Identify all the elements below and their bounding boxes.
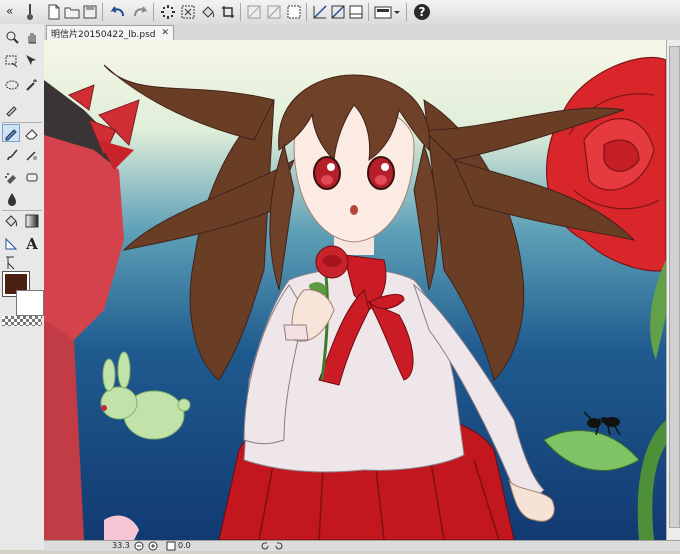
sub-color-swatch[interactable] — [16, 290, 44, 316]
brush-size-icon[interactable] — [20, 2, 40, 22]
ellipse-select-icon[interactable] — [3, 76, 21, 94]
airbrush-icon[interactable] — [3, 168, 21, 186]
perspective-icon[interactable] — [310, 2, 330, 22]
color-picker-icon[interactable] — [346, 2, 366, 22]
girl-mouth — [350, 205, 358, 215]
move-icon[interactable] — [23, 52, 41, 70]
new-icon[interactable] — [44, 2, 64, 22]
toolbar-divider — [153, 3, 154, 21]
smudge-icon[interactable] — [23, 168, 41, 186]
crop-icon[interactable] — [218, 2, 238, 22]
lasso-select-icon[interactable] — [3, 52, 21, 70]
svg-text:A: A — [25, 235, 38, 251]
open-icon[interactable] — [62, 2, 82, 22]
toolbar-divider — [368, 3, 369, 21]
toolbar-divider — [102, 3, 103, 21]
snap-icon[interactable] — [264, 2, 284, 22]
redo-icon[interactable] — [130, 2, 150, 22]
status-bar: 33.3 0.0 — [44, 540, 680, 551]
toolbar-divider — [406, 3, 407, 21]
document-tab[interactable]: 明信片20150422_lb.psd ✕ — [46, 25, 175, 40]
eraser-icon[interactable] — [23, 124, 41, 142]
ruler-icon[interactable] — [244, 2, 264, 22]
zoom-icon[interactable] — [3, 28, 21, 46]
toolbar-divider — [306, 3, 307, 21]
fill-tool-icon[interactable] — [3, 212, 21, 230]
transform-icon[interactable] — [158, 2, 178, 22]
pen-icon[interactable] — [2, 124, 20, 142]
eyedropper-icon[interactable] — [3, 100, 21, 118]
text-icon[interactable]: A — [23, 234, 41, 252]
screen-icon[interactable] — [372, 2, 402, 22]
main-toolbar: « ? — [0, 0, 680, 25]
blur-icon[interactable] — [23, 146, 41, 164]
undo-icon[interactable] — [108, 2, 128, 22]
help-icon[interactable]: ? — [412, 2, 432, 22]
brush-icon[interactable] — [3, 146, 21, 164]
palette-divider — [2, 210, 42, 211]
artwork-canvas[interactable] — [44, 40, 666, 540]
toolbar-divider — [240, 3, 241, 21]
select-icon[interactable] — [284, 2, 304, 22]
clear-icon[interactable] — [178, 2, 198, 22]
ruler-tool-icon[interactable] — [3, 234, 21, 252]
transparent-color-swatch[interactable] — [2, 316, 42, 326]
water-icon[interactable] — [3, 190, 21, 208]
svg-text:?: ? — [419, 5, 426, 19]
bunny-eye — [101, 405, 107, 411]
left-cuff — [283, 324, 309, 341]
grid-icon[interactable] — [328, 2, 348, 22]
gradient-icon[interactable] — [23, 212, 41, 230]
close-tab-icon[interactable]: ✕ — [162, 28, 170, 38]
hand-icon[interactable] — [23, 28, 41, 46]
fill-icon[interactable] — [198, 2, 218, 22]
palette-divider — [2, 122, 42, 123]
collapse-arrows-icon[interactable]: « — [6, 4, 13, 18]
document-tab-bar: 明信片20150422_lb.psd ✕ — [44, 24, 680, 41]
vector-icon[interactable] — [3, 254, 21, 272]
document-tab-title: 明信片20150422_lb.psd — [51, 29, 156, 40]
magic-wand-icon[interactable] — [23, 76, 41, 94]
tool-palette: A — [0, 24, 45, 550]
vertical-scrollbar-thumb[interactable] — [669, 46, 680, 528]
canvas-view[interactable] — [44, 40, 666, 540]
save-icon[interactable] — [80, 2, 100, 22]
vertical-scrollbar[interactable] — [666, 40, 680, 540]
